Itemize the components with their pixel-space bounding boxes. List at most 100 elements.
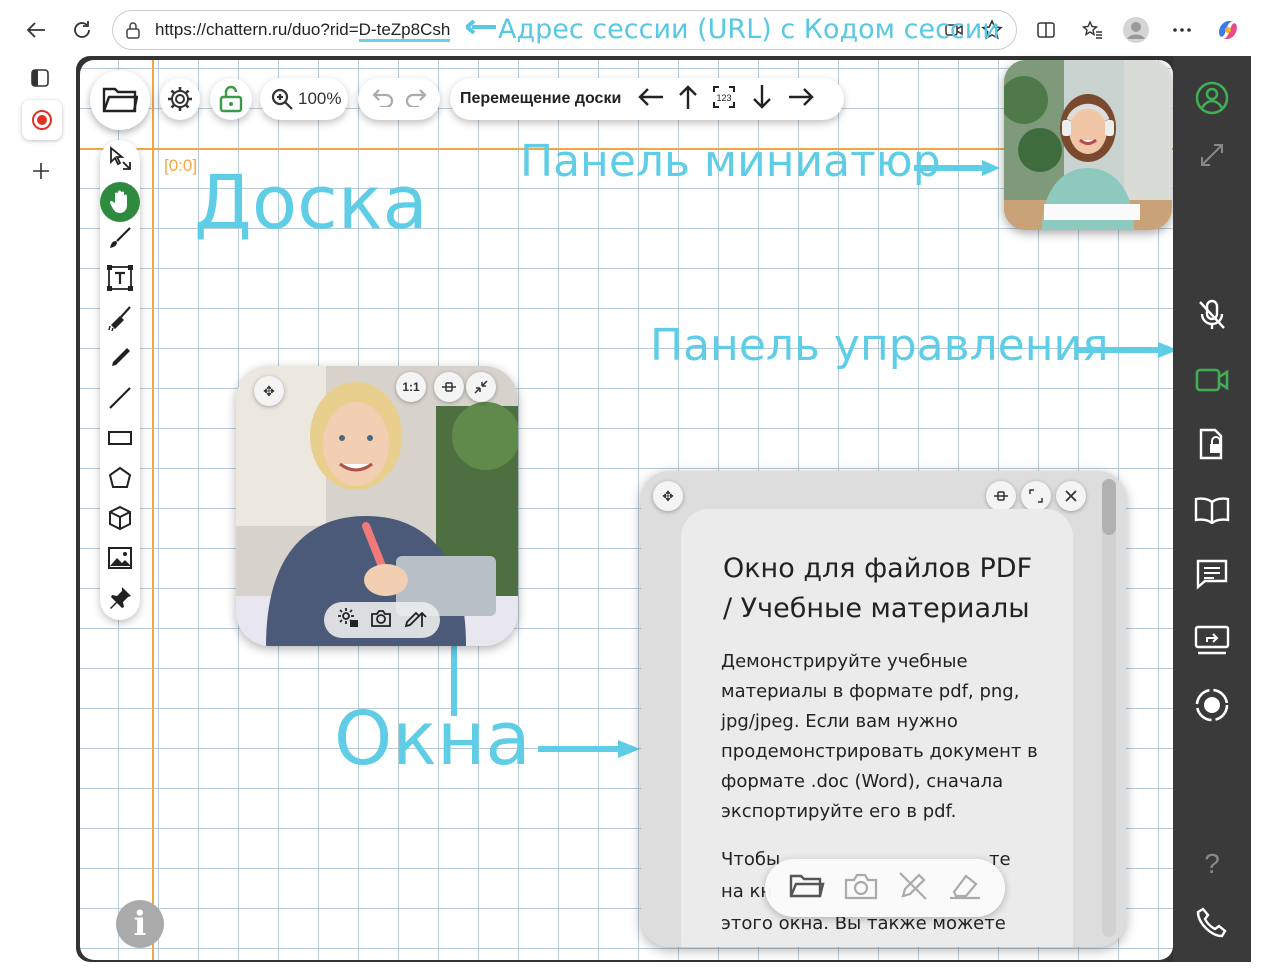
copilot-icon[interactable]	[1212, 14, 1244, 46]
polygon-tool-icon[interactable]	[104, 462, 136, 494]
video-settings-icon[interactable]	[337, 607, 359, 634]
cube-3d-icon[interactable]	[104, 502, 136, 534]
help-question-icon[interactable]: ?	[1190, 842, 1234, 886]
text-tool-icon[interactable]	[104, 262, 136, 294]
fullscreen-expand-icon[interactable]	[1190, 133, 1234, 177]
more-menu-icon[interactable]	[1166, 14, 1198, 46]
brush-icon[interactable]	[104, 222, 136, 254]
lock-board-button[interactable]	[210, 78, 252, 120]
annotation-windows: Окна	[334, 696, 531, 782]
arrow-up-icon[interactable]	[677, 84, 699, 115]
move-board-label: Перемещение доски	[460, 90, 622, 107]
pdf-heading: Окно для файлов PDF / Учебные материалы	[723, 553, 1033, 624]
split-screen-icon[interactable]	[1030, 14, 1062, 46]
annotation-thumbnails: Панель миниатюр	[520, 136, 941, 187]
history-controls	[358, 78, 440, 120]
zoom-icon	[271, 88, 293, 110]
reload-icon[interactable]	[66, 14, 98, 46]
board-navigation: Перемещение доски 123	[450, 78, 844, 120]
origin-coordinate: [0:0]	[164, 156, 198, 175]
undo-icon[interactable]	[371, 87, 395, 112]
record-tab-icon[interactable]	[22, 100, 62, 140]
draw-disabled-icon[interactable]	[897, 870, 929, 907]
pdf-camera-icon[interactable]	[844, 872, 878, 905]
annotation-control-panel-text: Панель управления	[650, 320, 1109, 371]
screen-share-icon[interactable]	[1190, 618, 1234, 662]
axis-vertical	[152, 60, 154, 960]
folder-icon	[102, 87, 138, 113]
eraser-broom-icon[interactable]	[104, 302, 136, 334]
close-window-icon[interactable]	[1056, 481, 1086, 511]
snapshot-camera-icon[interactable]	[370, 608, 392, 633]
chat-message-icon[interactable]	[1190, 552, 1234, 596]
move-window-icon[interactable]: ✥	[254, 376, 284, 406]
gear-icon	[168, 87, 192, 111]
arrow-to-thumbnails-icon	[914, 160, 1000, 176]
annotation-url-text: Адрес сессии (URL) с Кодом сессии	[498, 14, 1000, 45]
select-pointer-icon[interactable]	[104, 142, 136, 174]
session-code: D-teZp8Csh	[358, 20, 451, 42]
url-text: https://chattern.ru/duo?rid=D-teZp8Csh	[155, 20, 451, 42]
arrow-to-pdf-window-icon	[538, 740, 640, 758]
zoom-level: 100%	[298, 89, 342, 108]
info-icon[interactable]: i	[116, 900, 164, 948]
new-tab-plus-icon[interactable]	[32, 162, 50, 185]
pdf-window-toolbar	[765, 859, 1005, 917]
back-icon[interactable]	[20, 14, 52, 46]
drawing-tools	[100, 140, 140, 620]
unlock-icon	[219, 85, 243, 113]
aspect-ratio-button[interactable]: 1:1	[396, 372, 426, 402]
zoom-button[interactable]: 100%	[260, 78, 348, 120]
screenshot-lock-icon[interactable]	[1190, 422, 1234, 466]
microphone-muted-icon[interactable]	[1190, 293, 1234, 337]
profile-avatar-icon[interactable]	[1120, 14, 1152, 46]
hand-tool-icon[interactable]	[100, 182, 140, 222]
favorites-icon[interactable]	[1076, 14, 1108, 46]
line-tool-icon[interactable]	[104, 382, 136, 414]
pin-icon[interactable]	[104, 582, 136, 614]
board-title: Доска	[194, 160, 428, 246]
pin-window-icon[interactable]	[434, 372, 464, 402]
svg-text:123: 123	[717, 93, 732, 103]
redo-icon[interactable]	[404, 87, 428, 112]
expand-window-icon[interactable]	[1021, 481, 1051, 511]
arrow-left-icon[interactable]	[637, 86, 665, 113]
annotation-url: Адрес сессии (URL) с Кодом сессии	[466, 14, 1000, 45]
tab-actions-icon[interactable]	[30, 68, 50, 93]
video-window[interactable]: ✥ 1:1	[236, 366, 518, 646]
annotation-windows-text: Окна	[334, 696, 531, 782]
draw-on-video-icon[interactable]	[403, 607, 427, 634]
coordinate-jump-icon[interactable]: 123	[711, 84, 737, 115]
arrow-right-icon[interactable]	[787, 86, 815, 113]
video-window-toolbar	[324, 602, 440, 638]
open-folder-button[interactable]	[90, 70, 150, 130]
url-prefix: https://chattern.ru/duo?rid=	[155, 20, 359, 39]
annotation-control-panel: Панель управления	[650, 320, 1109, 371]
annotation-thumbnails-text: Панель миниатюр	[520, 136, 941, 187]
pin-window-icon[interactable]	[986, 481, 1016, 511]
record-icon[interactable]	[1190, 683, 1234, 727]
image-insert-icon[interactable]	[104, 542, 136, 574]
lock-icon[interactable]	[125, 21, 141, 44]
scrollbar-track[interactable]	[1102, 479, 1116, 937]
thumbnail-video[interactable]	[1004, 60, 1172, 230]
camera-icon[interactable]	[1190, 358, 1234, 402]
collapse-window-icon[interactable]	[466, 372, 496, 402]
user-profile-icon[interactable]	[1190, 76, 1234, 120]
phone-call-icon[interactable]	[1190, 900, 1234, 944]
arrow-to-control-panel-icon	[1078, 342, 1178, 358]
browser-toolbar: https://chattern.ru/duo?rid=D-teZp8Csh А…	[0, 0, 1272, 58]
pdf-paragraph: Демонстрируйте учебные материалы в форма…	[721, 651, 1038, 822]
pdf-text-partial: Чтобы	[721, 849, 781, 870]
pencil-icon[interactable]	[104, 342, 136, 374]
rectangle-tool-icon[interactable]	[104, 422, 136, 454]
pdf-window[interactable]: ✥ Окно для файлов PDF / Учебные материал…	[641, 471, 1126, 947]
erase-icon[interactable]	[948, 872, 982, 905]
browser-side-rail	[16, 58, 76, 974]
student-video-image	[1004, 60, 1172, 230]
move-window-icon[interactable]: ✥	[653, 481, 683, 511]
arrow-down-icon[interactable]	[751, 84, 773, 115]
open-file-folder-icon[interactable]	[789, 872, 825, 905]
settings-button[interactable]	[160, 78, 200, 120]
open-book-icon[interactable]	[1190, 488, 1234, 532]
